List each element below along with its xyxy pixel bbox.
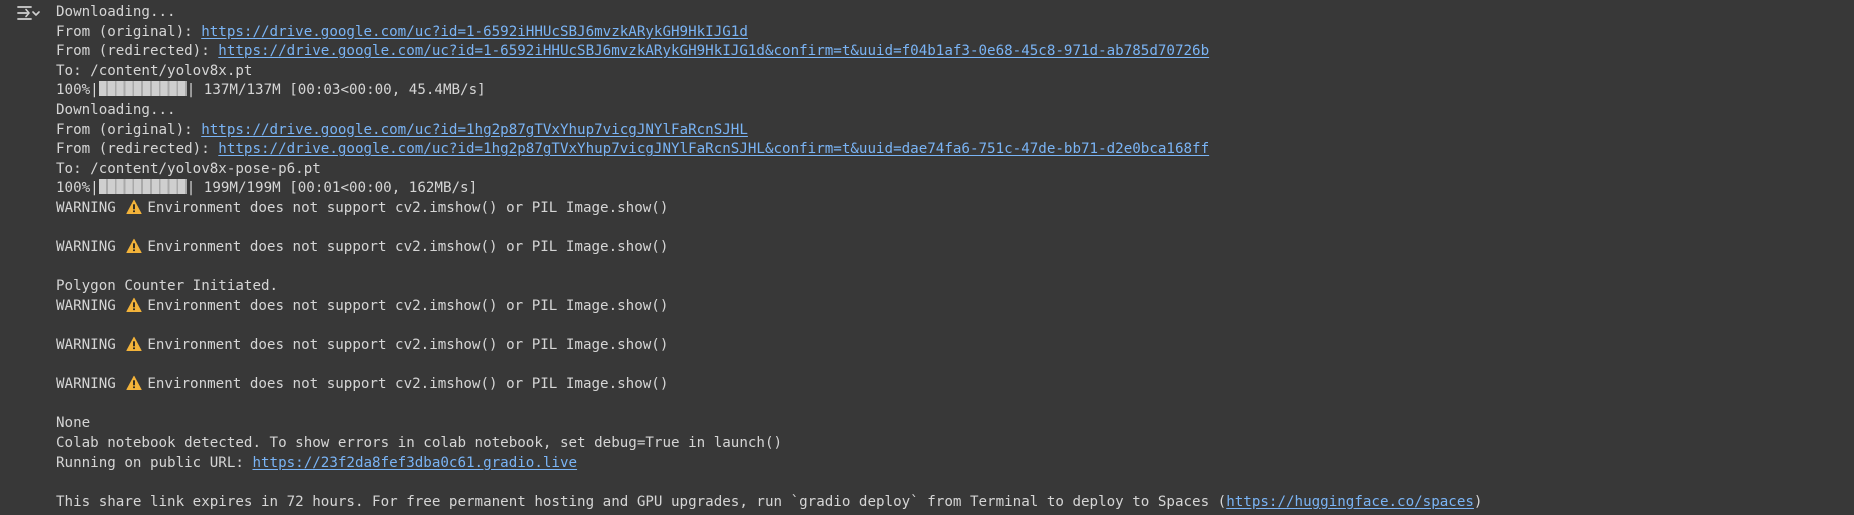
progress-line: 100%| | 199M/199M [00:01<00:00, 162MB/s]	[56, 179, 1846, 199]
log-suffix: )	[1473, 493, 1483, 510]
text-line: Downloading...	[56, 3, 1846, 23]
link-line: From (redirected): https://drive.google.…	[56, 140, 1846, 160]
text-line: None	[56, 414, 1846, 434]
warning-line: WARNING Environment does not support cv2…	[56, 199, 1846, 219]
output-text-area: Downloading... From (original): https://d…	[56, 3, 1846, 512]
link-line: This share link expires in 72 hours. For…	[56, 493, 1846, 513]
warning-label: WARNING	[56, 297, 116, 314]
text-line: Downloading...	[56, 101, 1846, 121]
output-link[interactable]: https://huggingface.co/spaces	[1226, 494, 1474, 510]
log-text: To: /content/yolov8x-pose-p6.pt	[56, 160, 321, 177]
log-text: Colab notebook detected. To show errors …	[56, 435, 783, 452]
warning-line: WARNING Environment does not support cv2…	[56, 375, 1846, 395]
warning-label: WARNING	[56, 239, 116, 256]
output-gutter	[0, 0, 56, 515]
output-link[interactable]: https://drive.google.com/uc?id=1hg2p87gT…	[201, 122, 748, 138]
log-text: To: /content/yolov8x.pt	[56, 62, 253, 79]
log-prefix: From (redirected):	[56, 141, 219, 158]
warning-message: Environment does not support cv2.imshow(…	[147, 337, 669, 354]
log-prefix: From (original):	[56, 23, 202, 40]
warning-icon	[126, 376, 142, 391]
text-line: To: /content/yolov8x-pose-p6.pt	[56, 160, 1846, 180]
warning-label: WARNING	[56, 376, 116, 393]
log-prefix: This share link expires in 72 hours. For…	[56, 493, 1227, 510]
progress-bar	[98, 81, 187, 97]
output-link[interactable]: https://drive.google.com/uc?id=1-6592iHH…	[218, 43, 1209, 59]
link-line: From (redirected): https://drive.google.…	[56, 42, 1846, 62]
progress-bar	[98, 179, 187, 195]
text-line: Colab notebook detected. To show errors …	[56, 434, 1846, 454]
progress-stats: | 137M/137M [00:03<00:00, 45.4MB/s]	[186, 82, 486, 99]
warning-message: Environment does not support cv2.imshow(…	[147, 297, 669, 314]
warning-icon	[126, 238, 142, 254]
text-line: Polygon Counter Initiated.	[56, 277, 1846, 297]
warning-icon	[126, 199, 142, 214]
log-text: None	[56, 415, 91, 432]
log-text: Downloading...	[56, 4, 176, 20]
log-prefix: From (original):	[56, 121, 202, 138]
warning-label: WARNING	[56, 199, 116, 216]
warning-line: WARNING Environment does not support cv2…	[56, 238, 1846, 258]
warning-message: Environment does not support cv2.imshow(…	[147, 239, 669, 256]
warning-line: WARNING Environment does not support cv2…	[56, 336, 1846, 356]
warning-line: WARNING Environment does not support cv2…	[56, 297, 1846, 317]
progress-stats: | 199M/199M [00:01<00:00, 162MB/s]	[186, 180, 478, 197]
log-text: Polygon Counter Initiated.	[56, 278, 279, 295]
output-link[interactable]: https://drive.google.com/uc?id=1-6592iHH…	[201, 24, 748, 40]
link-line: Running on public URL: https://23f2da8fe…	[56, 454, 1846, 474]
link-line: From (original): https://drive.google.co…	[56, 23, 1846, 43]
log-prefix: From (redirected):	[56, 43, 219, 60]
warning-message: Environment does not support cv2.imshow(…	[147, 376, 669, 393]
progress-percent: 100%|	[56, 180, 99, 197]
output-collapse-icon[interactable]	[14, 3, 42, 25]
output-link[interactable]: https://23f2da8fef3dba0c61.gradio.live	[252, 455, 577, 471]
progress-line: 100%| | 137M/137M [00:03<00:00, 45.4MB/s]	[56, 81, 1846, 101]
warning-label: WARNING	[56, 337, 116, 354]
log-prefix: Running on public URL:	[56, 454, 253, 471]
progress-percent: 100%|	[56, 82, 99, 99]
output-link[interactable]: https://drive.google.com/uc?id=1hg2p87gT…	[218, 141, 1209, 157]
text-line: To: /content/yolov8x.pt	[56, 62, 1846, 82]
log-text: Downloading...	[56, 101, 176, 118]
warning-message: Environment does not support cv2.imshow(…	[147, 199, 669, 216]
link-line: From (original): https://drive.google.co…	[56, 121, 1846, 141]
cell-output: Downloading... From (original): https://d…	[0, 0, 1854, 515]
warning-icon	[126, 297, 142, 312]
warning-icon	[126, 336, 142, 352]
